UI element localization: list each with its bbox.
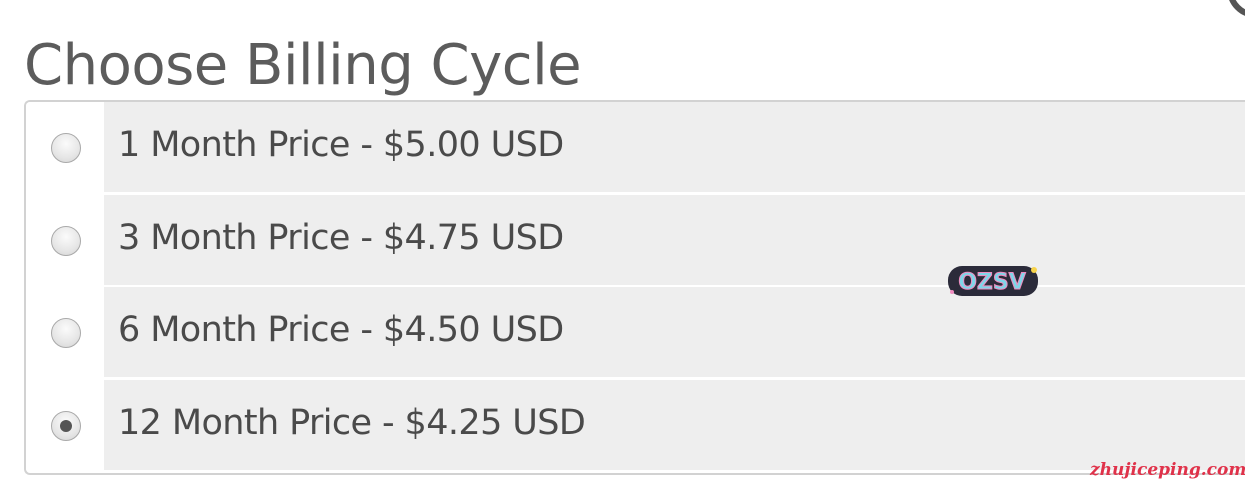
radio-button-1-month[interactable]: [51, 133, 81, 163]
watermark-text: zhujiceping.com: [1090, 460, 1245, 480]
option-label-cell[interactable]: 6 Month Price - $4.50 USD: [104, 287, 1245, 377]
billing-cycle-page: Choose Billing Cycle 1 Month Price - $5.…: [0, 0, 1245, 504]
option-label-1-month: 1 Month Price - $5.00 USD: [118, 125, 564, 165]
radio-cell: [26, 102, 104, 192]
billing-option-12-month[interactable]: 12 Month Price - $4.25 USD: [26, 380, 1245, 470]
option-label-6-month: 6 Month Price - $4.50 USD: [118, 310, 564, 350]
option-label-3-month: 3 Month Price - $4.75 USD: [118, 218, 564, 258]
radio-button-6-month[interactable]: [51, 318, 81, 348]
billing-option-1-month[interactable]: 1 Month Price - $5.00 USD: [26, 102, 1245, 192]
option-label-12-month: 12 Month Price - $4.25 USD: [118, 403, 586, 443]
billing-option-6-month[interactable]: 6 Month Price - $4.50 USD: [26, 287, 1245, 377]
option-label-cell[interactable]: 3 Month Price - $4.75 USD: [104, 195, 1245, 285]
radio-cell: [26, 195, 104, 285]
svg-text:OZSV: OZSV: [958, 270, 1026, 295]
corner-circle-icon: [1227, 0, 1245, 18]
page-title: Choose Billing Cycle: [24, 33, 582, 98]
option-label-cell[interactable]: 12 Month Price - $4.25 USD: [104, 380, 1245, 470]
radio-button-12-month[interactable]: [51, 411, 81, 441]
radio-cell: [26, 380, 104, 470]
option-label-cell[interactable]: 1 Month Price - $5.00 USD: [104, 102, 1245, 192]
radio-button-3-month[interactable]: [51, 226, 81, 256]
billing-cycle-options: 1 Month Price - $5.00 USD 3 Month Price …: [24, 100, 1245, 475]
radio-cell: [26, 287, 104, 377]
billing-option-3-month[interactable]: 3 Month Price - $4.75 USD: [26, 195, 1245, 285]
ozsv-logo: OZSV: [948, 266, 1038, 296]
